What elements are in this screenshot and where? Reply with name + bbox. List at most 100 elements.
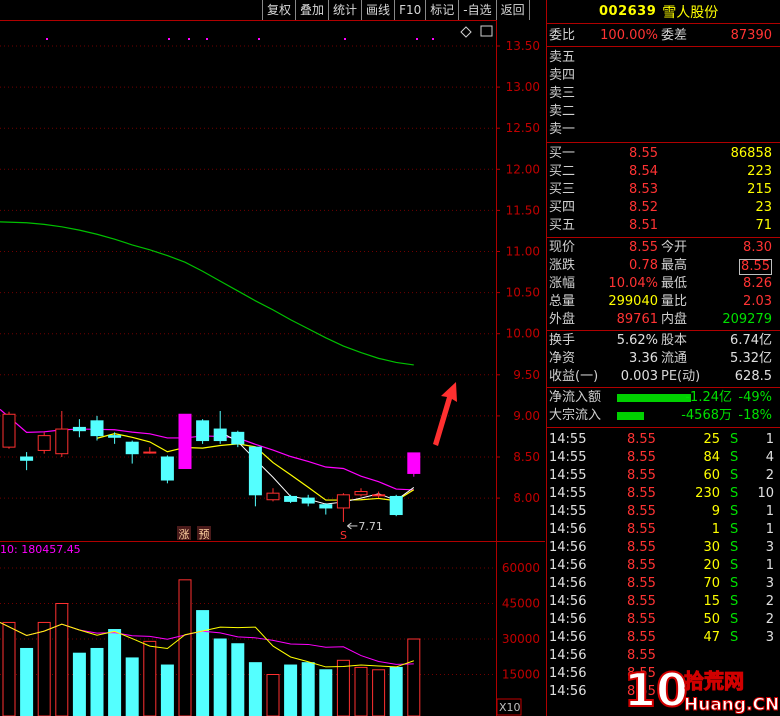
quote-label: 今开 bbox=[661, 240, 688, 255]
volume-bar[interactable] bbox=[160, 664, 174, 716]
bid-row[interactable]: 买四 8.52 23 bbox=[547, 199, 780, 217]
candle[interactable] bbox=[336, 493, 350, 522]
tick-side: S bbox=[730, 522, 739, 537]
candle[interactable] bbox=[372, 491, 386, 499]
candle[interactable] bbox=[301, 494, 315, 507]
volume-bar[interactable] bbox=[407, 638, 421, 716]
volume-bar[interactable] bbox=[125, 657, 139, 716]
volume-bar[interactable] bbox=[108, 629, 122, 716]
ask-row[interactable]: 卖五 bbox=[547, 49, 780, 67]
toolbar: 复权 叠加 统计 画线 F10 标记 -自选 返回 bbox=[262, 0, 530, 20]
bid-price: 8.54 bbox=[629, 164, 658, 179]
volume-bar[interactable] bbox=[231, 643, 245, 716]
volume-bar[interactable] bbox=[72, 652, 86, 716]
volume-bar[interactable] bbox=[248, 662, 262, 716]
price-axis-label: 11.00 bbox=[506, 245, 540, 259]
volume-bar[interactable] bbox=[20, 647, 34, 716]
kline-chart[interactable]: 13.50 13.00 12.50 12.00 11.50 11.00 10.50 10.00… bbox=[0, 0, 545, 716]
bid-row[interactable]: 买三 8.53 215 bbox=[547, 181, 780, 199]
marker-dot bbox=[258, 38, 260, 40]
tick-time: 14:56 bbox=[549, 540, 587, 555]
tick-price: 8.55 bbox=[627, 576, 656, 591]
candle[interactable] bbox=[160, 455, 174, 484]
volume-bar[interactable] bbox=[266, 674, 280, 716]
tick-volume: 70 bbox=[703, 576, 720, 591]
bid-label: 买二 bbox=[549, 164, 576, 179]
bid-row[interactable]: 买五 8.51 71 bbox=[547, 217, 780, 235]
tick-count: 3 bbox=[765, 540, 774, 555]
toolbar-button-zixuan[interactable]: -自选 bbox=[458, 0, 495, 20]
volume-bar[interactable] bbox=[284, 664, 298, 716]
candle[interactable] bbox=[143, 447, 157, 454]
tick-side: S bbox=[730, 612, 739, 627]
quote-row: 涨跌 0.78 最高 8.55 bbox=[547, 257, 780, 275]
candle[interactable] bbox=[2, 411, 16, 449]
quote-value: 89761 bbox=[616, 312, 658, 327]
volume-bar[interactable] bbox=[301, 662, 315, 716]
volume-unit-label: X10 bbox=[499, 701, 521, 714]
bid-row[interactable]: 买一 8.55 86858 bbox=[547, 145, 780, 163]
candle[interactable] bbox=[55, 410, 69, 457]
candle[interactable] bbox=[37, 432, 51, 454]
diamond-icon bbox=[460, 26, 472, 38]
fundamental-value: 6.74亿 bbox=[730, 333, 772, 348]
candle[interactable] bbox=[196, 419, 210, 444]
tick-row: 14:56 8.55 30 S 3 bbox=[547, 539, 780, 557]
toolbar-button-fuquan[interactable]: 复权 bbox=[262, 0, 295, 20]
candle[interactable] bbox=[389, 494, 403, 517]
volume-bar[interactable] bbox=[178, 579, 192, 716]
ask-row[interactable]: 卖二 bbox=[547, 103, 780, 121]
candle[interactable] bbox=[72, 419, 86, 438]
candle[interactable] bbox=[284, 494, 298, 504]
ask-label: 卖四 bbox=[549, 68, 576, 83]
ask-row[interactable]: 卖三 bbox=[547, 85, 780, 103]
quote-value: 8.55 bbox=[739, 259, 772, 275]
candle[interactable] bbox=[407, 452, 421, 477]
ask-row[interactable]: 卖一 bbox=[547, 121, 780, 139]
tick-row: 14:56 8.55 1 S 1 bbox=[547, 521, 780, 539]
volume-bar[interactable] bbox=[196, 610, 210, 716]
volume-bar[interactable] bbox=[55, 603, 69, 716]
event-badge: 涨 bbox=[179, 528, 190, 541]
candle[interactable] bbox=[266, 488, 280, 502]
candle[interactable] bbox=[248, 446, 262, 507]
candle-body bbox=[389, 495, 403, 516]
ask-row[interactable]: 卖四 bbox=[547, 67, 780, 85]
tick-row: 14:56 8.55 70 S 3 bbox=[547, 575, 780, 593]
candle[interactable] bbox=[20, 452, 34, 471]
volume-bar[interactable] bbox=[389, 666, 403, 716]
volume-bar[interactable] bbox=[90, 647, 104, 716]
tick-side: S bbox=[730, 468, 739, 483]
toolbar-button-back[interactable]: 返回 bbox=[495, 0, 530, 20]
toolbar-button-huaxian[interactable]: 画线 bbox=[361, 0, 394, 20]
volume-bar[interactable] bbox=[336, 659, 350, 716]
toolbar-button-diejia[interactable]: 叠加 bbox=[295, 0, 328, 20]
candle[interactable] bbox=[178, 413, 192, 470]
candle[interactable] bbox=[319, 503, 333, 515]
toolbar-button-f10[interactable]: F10 bbox=[394, 0, 425, 20]
volume-bar[interactable] bbox=[37, 621, 51, 716]
tick-price: 8.55 bbox=[627, 450, 656, 465]
tick-time: 14:55 bbox=[549, 468, 587, 483]
volume-bar[interactable] bbox=[372, 669, 386, 716]
volume-bar[interactable] bbox=[143, 640, 157, 716]
bid-volume: 71 bbox=[755, 218, 772, 233]
toolbar-button-tongji[interactable]: 统计 bbox=[328, 0, 361, 20]
candle-body bbox=[354, 491, 368, 496]
bid-row[interactable]: 买二 8.54 223 bbox=[547, 163, 780, 181]
toolbar-button-biaoji[interactable]: 标记 bbox=[425, 0, 458, 20]
candle-body bbox=[143, 451, 157, 454]
tick-row: 14:56 8.55 50 S 2 bbox=[547, 611, 780, 629]
volume-bar[interactable] bbox=[2, 621, 16, 716]
volume-bar[interactable] bbox=[319, 669, 333, 716]
bid-price: 8.55 bbox=[629, 146, 658, 161]
fundamental-row: 换手 5.62% 股本 6.74亿 bbox=[547, 332, 780, 350]
candle[interactable] bbox=[125, 440, 139, 464]
ask-label: 卖三 bbox=[549, 86, 576, 101]
candle[interactable] bbox=[354, 488, 368, 497]
fundamental-value: 5.32亿 bbox=[730, 351, 772, 366]
volume-bar[interactable] bbox=[213, 638, 227, 716]
volume-bar[interactable] bbox=[354, 666, 368, 716]
tick-list[interactable]: 14:55 8.55 25 S 1 14:55 8.55 84 S 4 14:55 8.55 60 S 2 1… bbox=[547, 428, 780, 701]
candle-body bbox=[72, 426, 86, 432]
